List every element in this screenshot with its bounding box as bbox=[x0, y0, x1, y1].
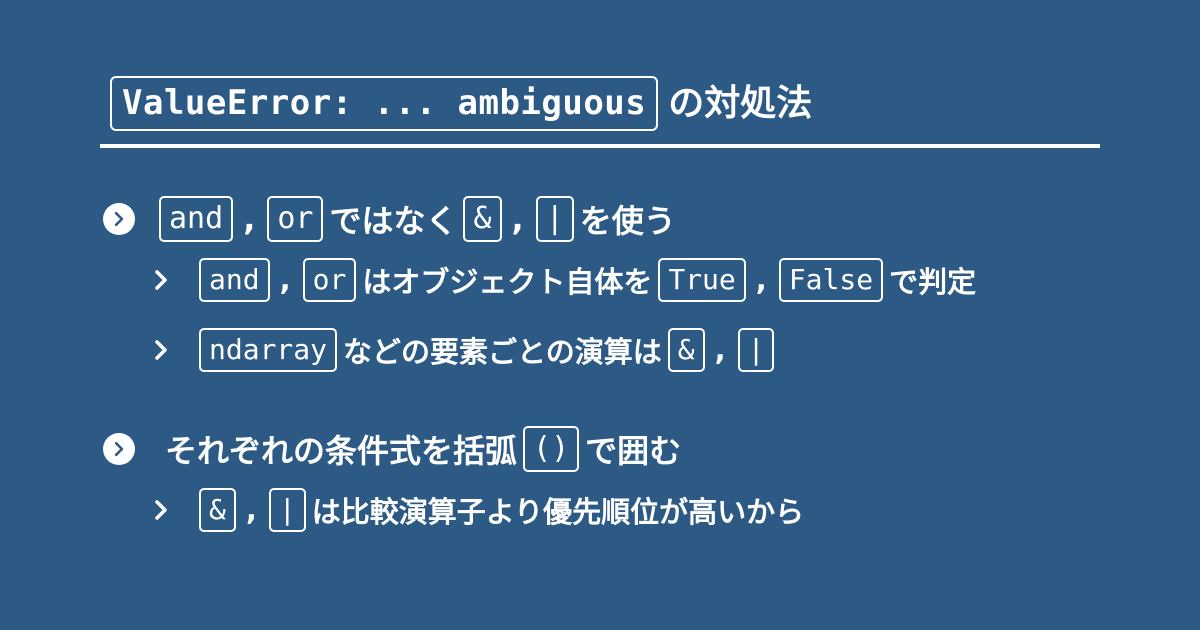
text: などの要素ごとの演算は bbox=[343, 335, 662, 369]
inline-code: & bbox=[463, 196, 502, 242]
text: で判定 bbox=[889, 265, 977, 299]
inline-code: & bbox=[667, 328, 705, 372]
inline-code: () bbox=[523, 426, 580, 472]
inline-code: & bbox=[199, 488, 236, 532]
separator: , bbox=[245, 493, 257, 527]
sub-list-item: and, or はオブジェクト自体を True, False で判定 bbox=[153, 258, 982, 302]
text: ではなく bbox=[329, 202, 458, 240]
title-code: ValueError: ... ambiguous bbox=[110, 76, 659, 131]
circle-chevron-right-icon bbox=[103, 203, 135, 235]
chevron-right-icon bbox=[153, 338, 171, 362]
title-underline bbox=[100, 144, 1100, 148]
text: は比較演算子より優先順位が高いから bbox=[311, 495, 805, 529]
title-suffix: の対処法 bbox=[668, 82, 813, 124]
inline-code: False bbox=[778, 258, 884, 302]
inline-code: | bbox=[535, 196, 574, 242]
sub-list-item: &, | は比較演算子より優先順位が高いから bbox=[153, 488, 810, 532]
separator: , bbox=[279, 263, 291, 297]
chevron-right-icon bbox=[153, 498, 171, 522]
separator: , bbox=[714, 333, 726, 367]
list-item: and, or ではなく &, | を使う bbox=[103, 196, 682, 242]
text: を使う bbox=[579, 202, 676, 240]
circle-chevron-right-icon bbox=[103, 433, 135, 465]
separator: , bbox=[511, 200, 524, 238]
inline-code: and bbox=[199, 258, 270, 302]
sub-list-item: ndarray などの要素ごとの演算は &, | bbox=[153, 328, 775, 372]
inline-code: or bbox=[267, 196, 324, 242]
inline-code: and bbox=[159, 196, 234, 242]
inline-code: or bbox=[302, 258, 357, 302]
separator: , bbox=[243, 200, 256, 238]
inline-code: | bbox=[268, 488, 306, 532]
page-title: ValueError: ... ambiguous の対処法 bbox=[110, 76, 812, 131]
chevron-right-icon bbox=[153, 268, 171, 292]
text: はオブジェクト自体を bbox=[362, 265, 653, 299]
separator: , bbox=[755, 263, 767, 297]
list-item: それぞれの条件式を括弧() で囲む bbox=[103, 426, 687, 472]
text: で囲む bbox=[585, 432, 682, 470]
inline-code: ndarray bbox=[199, 328, 338, 372]
text: それぞれの条件式を括弧 bbox=[165, 432, 518, 470]
inline-code: | bbox=[737, 328, 775, 372]
inline-code: True bbox=[658, 258, 746, 302]
